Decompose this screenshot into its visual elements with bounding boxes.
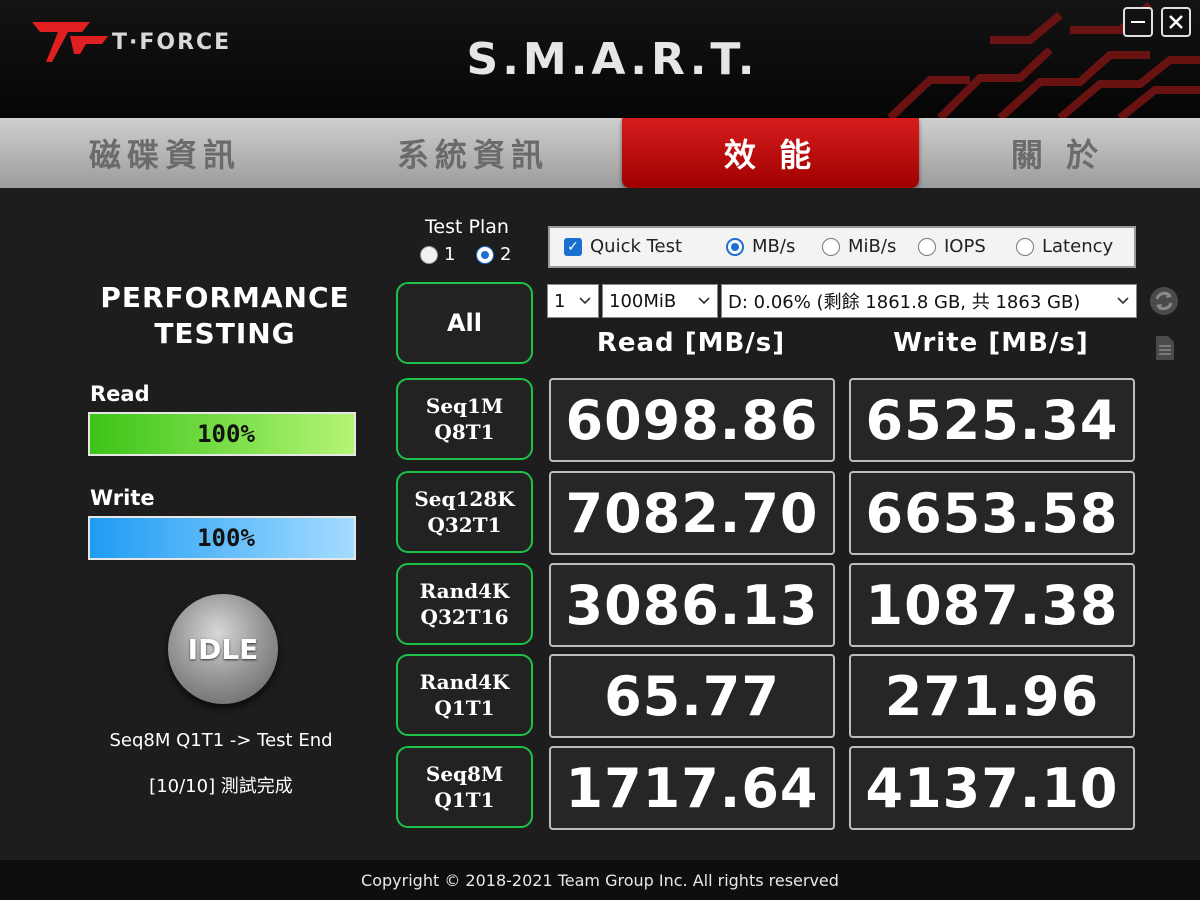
result-write-rand4k-q32t16: 1087.38 [849, 563, 1135, 647]
run-seq1m-q8t1-button[interactable]: Seq1M Q8T1 [396, 378, 533, 460]
tab-about[interactable]: 關 於 [915, 118, 1200, 188]
unit-option-mibs[interactable]: MiB/s [822, 236, 896, 257]
test-name: Rand4K [419, 579, 510, 603]
test-count-select[interactable]: 1 [547, 284, 599, 318]
performance-testing-heading: PERFORMANCE TESTING [60, 280, 390, 352]
radio-selected-icon[interactable] [476, 245, 494, 264]
test-plan-option-2[interactable]: 2 [476, 244, 511, 265]
unit-option-latency[interactable]: Latency [1016, 236, 1113, 257]
idle-status-button[interactable]: IDLE [168, 594, 278, 704]
status-message: Seq8M Q1T1 -> Test End [109, 730, 333, 751]
copyright-text: Copyright © 2018-2021 Team Group Inc. Al… [361, 870, 839, 890]
close-icon [1169, 15, 1183, 29]
result-write-rand4k-q1t1: 271.96 [849, 654, 1135, 738]
radio-selected-icon[interactable] [726, 237, 744, 256]
test-count-value: 1 [554, 290, 566, 312]
unit-mibs-label: MiB/s [848, 236, 897, 257]
radio-icon[interactable] [420, 245, 438, 264]
title-bar: T·FORCE S.M.A.R.T. [0, 0, 1200, 118]
unit-mbs-label: MB/s [752, 236, 796, 257]
write-column-header: Write [MB/s] [893, 328, 1089, 358]
test-size-select[interactable]: 100MiB [602, 284, 718, 318]
test-plan-option-2-label: 2 [500, 244, 512, 265]
test-params: Q1T1 [434, 788, 495, 812]
test-plan-option-1[interactable]: 1 [420, 244, 455, 265]
tab-system-info[interactable]: 系統資訊 [318, 118, 628, 188]
unit-option-mbs[interactable]: MB/s [726, 236, 795, 257]
test-name: Seq128K [414, 487, 515, 511]
result-write-seq8m: 4137.10 [849, 746, 1135, 830]
drive-select[interactable]: D: 0.06% (剩餘 1861.8 GB, 共 1863 GB) [721, 284, 1137, 318]
quick-test-label: Quick Test [590, 236, 683, 257]
main-tab-bar: 磁碟資訊 系統資訊 效 能 關 於 [0, 118, 1200, 188]
test-params: Q32T1 [427, 513, 502, 537]
minimize-icon [1131, 21, 1145, 23]
read-progress-label: Read [90, 382, 150, 406]
test-options-bar: ✓ Quick Test MB/s MiB/s IOPS Latency [548, 226, 1136, 268]
drive-value: D: 0.06% (剩餘 1861.8 GB, 共 1863 GB) [728, 292, 1081, 313]
write-progress-label: Write [90, 486, 155, 510]
chevron-down-icon [579, 297, 591, 305]
result-read-seq128k: 7082.70 [549, 471, 835, 555]
heading-line-2: TESTING [154, 317, 296, 350]
chevron-down-icon [1117, 297, 1129, 305]
test-plan-option-1-label: 1 [444, 244, 456, 265]
write-progress-text: 100% [197, 524, 255, 552]
run-rand4k-q1t1-button[interactable]: Rand4K Q1T1 [396, 654, 533, 736]
footer: Copyright © 2018-2021 Team Group Inc. Al… [0, 860, 1200, 900]
test-params: Q1T1 [434, 696, 495, 720]
result-read-rand4k-q1t1: 65.77 [549, 654, 835, 738]
run-all-button[interactable]: All [396, 282, 533, 364]
minimize-button[interactable] [1123, 7, 1153, 37]
progress-message: [10/10] 測試完成 [149, 776, 293, 797]
test-size-value: 100MiB [609, 290, 677, 312]
close-button[interactable] [1161, 7, 1191, 37]
run-rand4k-q32t16-button[interactable]: Rand4K Q32T16 [396, 563, 533, 645]
chevron-down-icon [698, 297, 710, 305]
test-name: Seq8M [425, 762, 504, 786]
result-write-seq128k: 6653.58 [849, 471, 1135, 555]
read-column-header: Read [MB/s] [596, 328, 786, 358]
result-read-seq8m: 1717.64 [549, 746, 835, 830]
test-plan-label: Test Plan [425, 216, 509, 238]
quick-test-checkbox[interactable]: ✓ Quick Test [564, 236, 682, 257]
tab-disk-info[interactable]: 磁碟資訊 [0, 118, 330, 188]
radio-icon[interactable] [1016, 237, 1034, 256]
test-name: Rand4K [419, 670, 510, 694]
result-write-seq1m: 6525.34 [849, 378, 1135, 462]
test-name: Seq1M [425, 394, 504, 418]
test-params: Q8T1 [434, 420, 495, 444]
write-progress-bar: 100% [88, 516, 356, 560]
radio-icon[interactable] [822, 237, 840, 256]
run-seq128k-q32t1-button[interactable]: Seq128K Q32T1 [396, 471, 533, 553]
document-icon[interactable] [1148, 332, 1180, 364]
unit-latency-label: Latency [1042, 236, 1114, 257]
checkbox-checked-icon[interactable]: ✓ [564, 237, 582, 256]
radio-icon[interactable] [918, 237, 936, 256]
performance-panel: PERFORMANCE TESTING Read 100% Write 100%… [0, 188, 1200, 860]
read-progress-bar: 100% [88, 412, 356, 456]
read-progress-text: 100% [197, 420, 255, 448]
tab-performance[interactable]: 效 能 [622, 118, 919, 188]
unit-option-iops[interactable]: IOPS [918, 236, 986, 257]
heading-line-1: PERFORMANCE [100, 281, 350, 314]
test-params: Q32T16 [420, 605, 509, 629]
result-read-seq1m: 6098.86 [549, 378, 835, 462]
result-read-rand4k-q32t16: 3086.13 [549, 563, 835, 647]
unit-iops-label: IOPS [944, 236, 986, 257]
run-seq8m-q1t1-button[interactable]: Seq8M Q1T1 [396, 746, 533, 828]
refresh-icon[interactable] [1148, 285, 1180, 317]
